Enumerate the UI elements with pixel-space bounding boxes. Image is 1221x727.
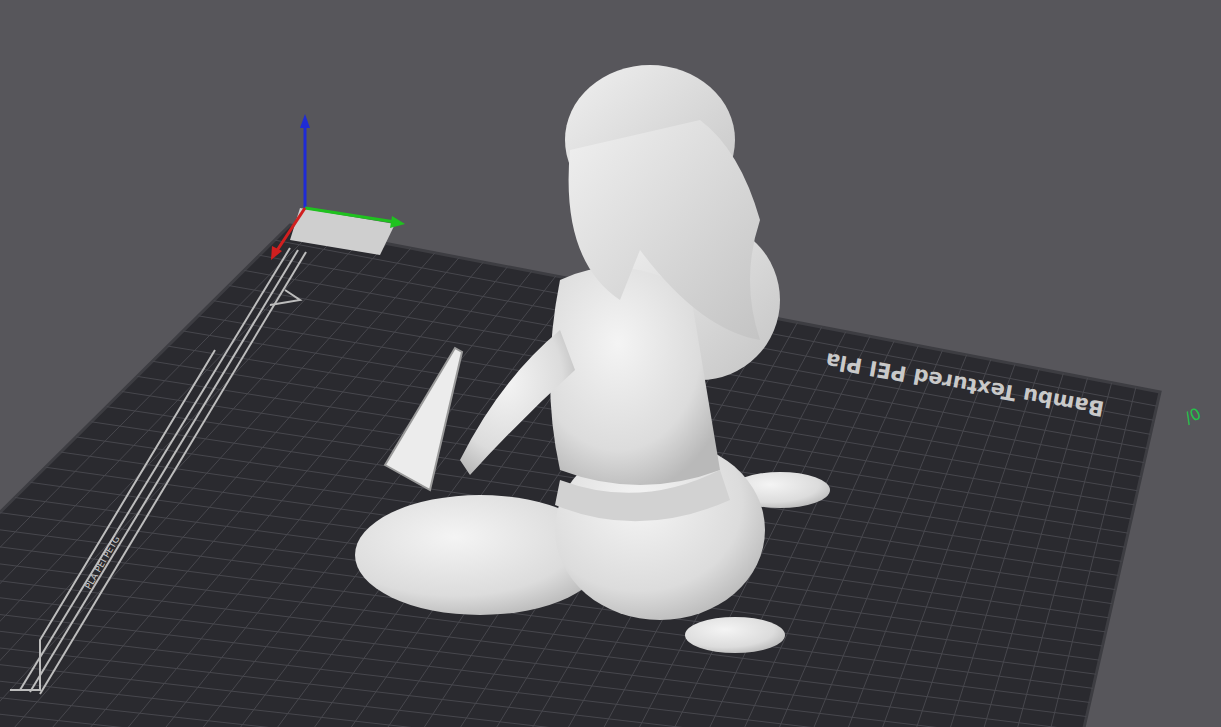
edge-mark: /0 [1182, 404, 1204, 428]
build-plate [0, 225, 1160, 727]
3d-viewport[interactable]: PLA PEI PETG Bambu Textured PEI Pla/0 [0, 0, 1221, 727]
book [385, 348, 462, 490]
axes-icon [271, 114, 405, 260]
figure-model[interactable] [355, 65, 830, 653]
plate-grid [0, 230, 1157, 727]
plate-strip-label: PLA PEI PETG [83, 534, 122, 591]
plate-strip [10, 248, 306, 694]
scene[interactable]: PLA PEI PETG Bambu Textured PEI Pla/0 [0, 0, 1221, 727]
origin-tile [290, 208, 395, 255]
plate-label: Bambu Textured PEI Pla [824, 348, 1106, 421]
